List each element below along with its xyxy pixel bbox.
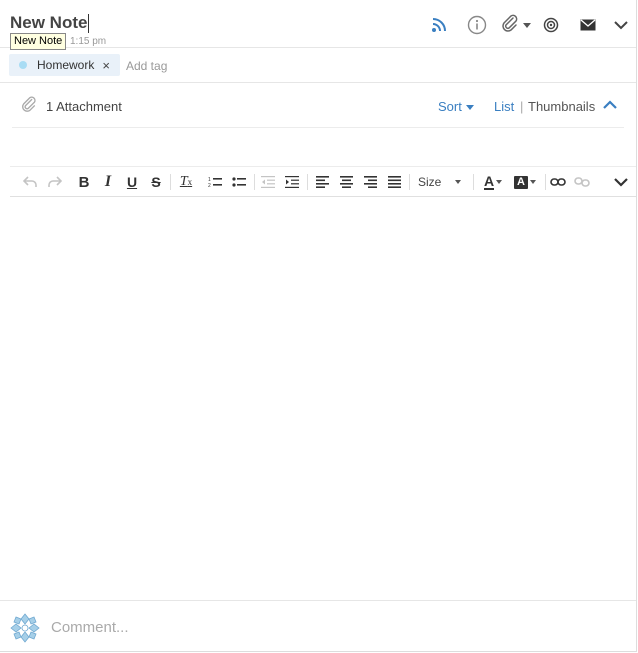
info-icon[interactable] [466, 14, 488, 36]
text-cursor [88, 14, 90, 34]
thumbnails-view-link[interactable]: Thumbnails [528, 99, 595, 114]
list-view-link[interactable]: List [494, 99, 514, 114]
align-right-icon[interactable] [362, 173, 378, 191]
tag-chip[interactable]: Homework × [9, 54, 120, 76]
text-color-icon: A [483, 173, 495, 190]
attachment-count: 1 Attachment [46, 99, 122, 114]
toolbar-divider [307, 174, 308, 190]
toolbar-divider [409, 174, 410, 190]
note-timestamp: 1:15 pm [70, 36, 107, 47]
align-center-icon[interactable] [338, 173, 354, 191]
align-left-icon[interactable] [314, 173, 330, 191]
chevron-down-icon [522, 22, 531, 28]
view-separator: | [520, 99, 524, 114]
background-color-button[interactable]: A [511, 173, 539, 191]
sort-caret-icon [465, 105, 474, 111]
chevron-down-icon [496, 180, 503, 184]
sort-dropdown[interactable]: Sort [438, 99, 474, 114]
toolbar-divider [254, 174, 255, 190]
chevron-up-icon[interactable] [603, 97, 617, 115]
note-title[interactable]: New Note [10, 13, 90, 34]
more-options-chevron-icon[interactable] [610, 14, 632, 36]
target-icon[interactable] [540, 14, 562, 36]
bulleted-list-icon[interactable] [231, 173, 247, 191]
tag-label: Homework [37, 58, 95, 72]
note-header: New Note 1:15 pm New Note [0, 0, 636, 50]
attachments-header: 1 Attachment Sort List | Thumbnails [12, 91, 624, 128]
tags-row: Homework × Add tag [0, 48, 636, 83]
decrease-indent-icon[interactable] [260, 173, 276, 191]
svg-text:2: 2 [208, 183, 211, 188]
comment-bar: Comment... [0, 600, 636, 652]
tag-color-dot [19, 61, 27, 69]
background-color-icon: A [514, 175, 528, 189]
undo-icon[interactable] [21, 173, 39, 191]
chevron-down-icon [455, 180, 462, 184]
envelope-icon[interactable] [577, 14, 599, 36]
italic-icon[interactable]: I [100, 173, 116, 191]
bold-icon[interactable]: B [76, 173, 92, 191]
justify-icon[interactable] [386, 173, 402, 191]
paperclip-icon [500, 13, 520, 38]
font-size-label: Size [418, 175, 442, 189]
paperclip-icon [20, 95, 38, 118]
attach-menu-button[interactable] [497, 14, 533, 36]
editor-toolbar: B I U S Tx 12 Size A A [10, 166, 636, 197]
add-tag-input[interactable]: Add tag [126, 59, 167, 73]
remove-format-icon[interactable]: Tx [176, 173, 196, 191]
toolbar-more-chevron-icon[interactable] [613, 173, 629, 191]
redo-icon[interactable] [45, 173, 63, 191]
tag-remove-button[interactable]: × [102, 58, 110, 73]
strikethrough-icon[interactable]: S [148, 173, 164, 191]
underline-icon[interactable]: U [124, 173, 140, 191]
toolbar-divider [170, 174, 171, 190]
note-editor-body[interactable] [0, 196, 636, 600]
link-icon[interactable] [549, 173, 567, 191]
unlink-icon[interactable] [573, 173, 591, 191]
feed-icon[interactable] [428, 14, 450, 36]
toolbar-divider [545, 174, 546, 190]
comment-input[interactable]: Comment... [51, 619, 129, 636]
font-size-dropdown[interactable]: Size [418, 173, 468, 191]
text-color-button[interactable]: A [480, 173, 506, 191]
increase-indent-icon[interactable] [284, 173, 300, 191]
chevron-down-icon [530, 180, 536, 184]
numbered-list-icon[interactable]: 12 [207, 173, 223, 191]
toolbar-divider [473, 174, 474, 190]
avatar [9, 612, 41, 649]
